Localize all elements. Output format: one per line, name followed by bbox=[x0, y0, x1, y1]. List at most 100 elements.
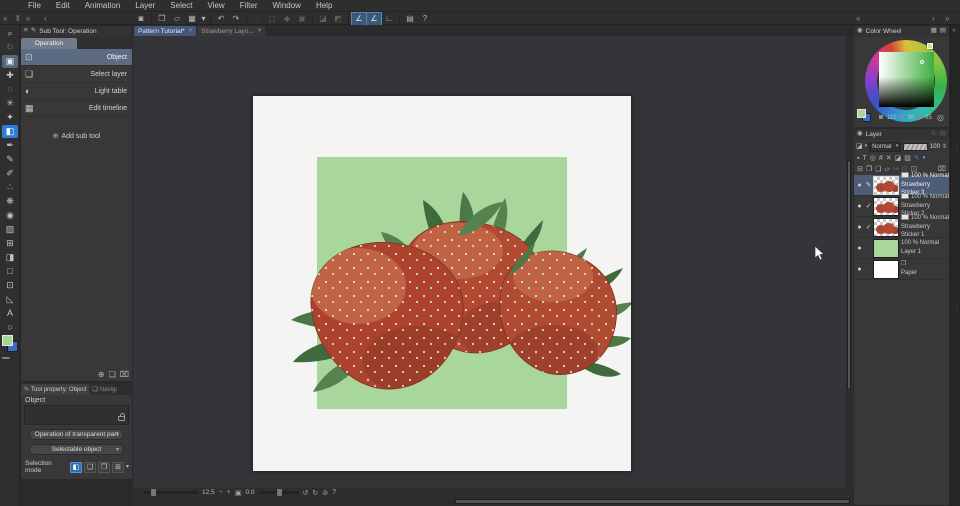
collapse-left2-icon[interactable]: « bbox=[26, 14, 30, 23]
chevron-down-icon[interactable]: ▾ bbox=[126, 464, 129, 470]
open-file-icon[interactable]: ▱ bbox=[170, 13, 184, 25]
tool-property-list[interactable] bbox=[24, 405, 129, 425]
subtool-group-tab-operation[interactable]: Operation bbox=[21, 38, 77, 49]
fill-tool-icon[interactable]: ◧ bbox=[2, 125, 18, 138]
menu-animation[interactable]: Animation bbox=[85, 1, 121, 10]
menu-view[interactable]: View bbox=[208, 1, 225, 10]
tab-pattern-tutorial[interactable]: Pattern Tutorial* × bbox=[134, 26, 196, 36]
dock-collapse-left-icon[interactable]: « bbox=[856, 14, 860, 23]
layer-list-icon[interactable]: ▤ bbox=[940, 131, 946, 138]
brush-tool-icon[interactable]: ✐ bbox=[2, 167, 18, 180]
menu-select[interactable]: Select bbox=[170, 1, 192, 10]
layer-thumbnail[interactable] bbox=[873, 176, 899, 195]
zoom-in-icon[interactable]: + bbox=[227, 489, 231, 496]
color-wheel-tab1-icon[interactable]: ▦ bbox=[931, 28, 937, 35]
selectable-object-dropdown[interactable]: Selectable object ▾ bbox=[29, 444, 124, 455]
airbrush-tool-icon[interactable]: ∴ bbox=[2, 181, 18, 194]
eye-icon[interactable]: ● bbox=[855, 224, 864, 231]
collapse-layers-icon[interactable]: ⊟ bbox=[857, 166, 863, 173]
selection-border-icon[interactable]: ▣ bbox=[295, 13, 309, 25]
pencil-tool-icon[interactable]: ✎ bbox=[2, 153, 18, 166]
chevron-down-icon[interactable]: ▾ bbox=[923, 156, 926, 161]
ruler-tool-icon[interactable]: ◺ bbox=[2, 293, 18, 306]
rotate-canvas-tool-icon[interactable]: ↻ bbox=[2, 41, 18, 54]
object-tool-icon[interactable]: ▣ bbox=[2, 55, 18, 68]
zoom-slider[interactable] bbox=[143, 491, 198, 494]
eraser-tool-icon[interactable]: ◨ bbox=[2, 251, 18, 264]
undo-icon[interactable]: ↶ bbox=[214, 13, 228, 25]
layer-thumbnail[interactable] bbox=[873, 218, 899, 237]
help-icon[interactable]: ? bbox=[418, 13, 432, 25]
horizontal-scrollbar-thumb[interactable] bbox=[455, 499, 850, 504]
layer-row-paper[interactable]: ● ❐ Paper bbox=[854, 259, 949, 280]
saturation-value-square[interactable] bbox=[879, 52, 934, 107]
sv-marker[interactable] bbox=[920, 60, 924, 64]
menu-window[interactable]: Window bbox=[273, 1, 301, 10]
reference-layer-icon[interactable]: ▨ bbox=[904, 155, 911, 162]
main-color-swatch[interactable] bbox=[2, 335, 13, 346]
eye-icon[interactable]: ● bbox=[855, 182, 864, 189]
menu-file[interactable]: File bbox=[28, 1, 41, 10]
figure-tool-icon[interactable]: □ bbox=[2, 265, 18, 278]
canvas-viewport[interactable] bbox=[133, 36, 853, 488]
tab-strawberry-layout[interactable]: Strawberry Layo... × bbox=[197, 26, 265, 36]
gradient-tool-icon[interactable]: ▨ bbox=[2, 223, 18, 236]
clip-to-layer-icon[interactable]: ◪ bbox=[895, 155, 902, 162]
menu-layer[interactable]: Layer bbox=[135, 1, 155, 10]
color-settings-icon[interactable]: ◎ bbox=[937, 114, 944, 122]
draft-layer-icon[interactable]: ✎ bbox=[914, 155, 920, 162]
add-subtool-footer-icon[interactable]: ⊕ bbox=[98, 371, 105, 379]
dock-collapse-right-icon[interactable]: » bbox=[945, 14, 949, 23]
transparent-part-dropdown[interactable]: Operation of transparent part ▾ bbox=[29, 429, 124, 440]
snap-ruler-icon[interactable]: ∠ bbox=[352, 13, 366, 25]
tab-tool-property[interactable]: ✎ Tool property: Object bbox=[21, 384, 89, 395]
layer-thumbnail[interactable] bbox=[873, 260, 899, 279]
blend-thumb-icon[interactable]: ◪ bbox=[856, 143, 863, 150]
selection-mode-multiply-button[interactable]: ⊞ bbox=[112, 462, 124, 473]
blend-mode-dropdown[interactable]: Normal ▾ bbox=[869, 142, 901, 152]
check-icon[interactable]: ✓ bbox=[864, 202, 873, 210]
close-icon[interactable]: × bbox=[189, 28, 193, 34]
snap-special-ruler-icon[interactable]: ∠ bbox=[367, 13, 381, 25]
frame-border-tool-icon[interactable]: ⊡ bbox=[2, 279, 18, 292]
dock-dots-icon[interactable]: ⋮ bbox=[953, 145, 960, 153]
lock-transparent-icon[interactable]: ✕ bbox=[886, 155, 892, 162]
horizontal-scrollbar[interactable] bbox=[133, 497, 853, 506]
new-folder-icon[interactable]: ▱ bbox=[884, 166, 889, 173]
opacity-slider[interactable] bbox=[903, 143, 928, 151]
eye-icon[interactable]: ● bbox=[855, 203, 864, 210]
dock-dots-icon[interactable]: ⋮ bbox=[953, 305, 960, 313]
tab-navigator[interactable]: ❏ Navigator bbox=[89, 384, 117, 395]
fit-to-screen-icon[interactable]: ▣ bbox=[235, 489, 242, 497]
snap-grid-icon[interactable]: ∟ bbox=[382, 13, 396, 25]
layer-color-icon[interactable]: ▪ bbox=[857, 155, 859, 162]
hue-marker[interactable] bbox=[927, 43, 933, 49]
selection-mode-remove-button[interactable]: ❐ bbox=[98, 462, 110, 473]
clear-icon[interactable]: ◪ bbox=[316, 13, 330, 25]
clear-outside-icon[interactable]: ◩ bbox=[331, 13, 345, 25]
rotate-slider[interactable] bbox=[259, 491, 299, 494]
zoom-out-icon[interactable]: − bbox=[219, 489, 223, 496]
pattern-tool-icon[interactable]: ⊞ bbox=[2, 237, 18, 250]
color-wheel-tab2-icon[interactable]: ▤ bbox=[940, 28, 946, 35]
transfer-layer-icon[interactable]: ↪ bbox=[893, 166, 899, 173]
subtool-item-object[interactable]: ⊡ Object bbox=[21, 49, 132, 66]
save-icon[interactable]: ▦ bbox=[185, 13, 199, 25]
combine-layer-icon[interactable]: ⊡ bbox=[902, 166, 908, 173]
collapse-left-icon[interactable]: « bbox=[3, 14, 7, 23]
layer-thumbnail[interactable] bbox=[873, 239, 899, 258]
deselect-icon[interactable]: ◌ bbox=[250, 13, 264, 25]
new-vector-layer-icon[interactable]: ❏ bbox=[875, 166, 881, 173]
opacity-stepper-icon[interactable]: ⇕ bbox=[942, 144, 947, 150]
layer-refresh-icon[interactable]: ↻ bbox=[931, 131, 936, 138]
vertical-scrollbar[interactable] bbox=[846, 36, 852, 488]
main-color-swatch[interactable] bbox=[857, 109, 866, 118]
delete-subtool-icon[interactable]: ⌧ bbox=[120, 371, 129, 379]
layer-row-strawberry-sticker-1[interactable]: ● ✓ 100 % Normal Strawberry Sticker 1 bbox=[854, 217, 949, 238]
rotate-ccw-icon[interactable]: ↺ bbox=[303, 489, 309, 497]
menu-edit[interactable]: Edit bbox=[56, 1, 70, 10]
layer-thumbnail[interactable] bbox=[873, 197, 899, 216]
status-help-icon[interactable]: ? bbox=[332, 489, 336, 496]
vertical-scrollbar-thumb[interactable] bbox=[847, 160, 851, 390]
eye-icon[interactable]: ● bbox=[855, 266, 864, 273]
